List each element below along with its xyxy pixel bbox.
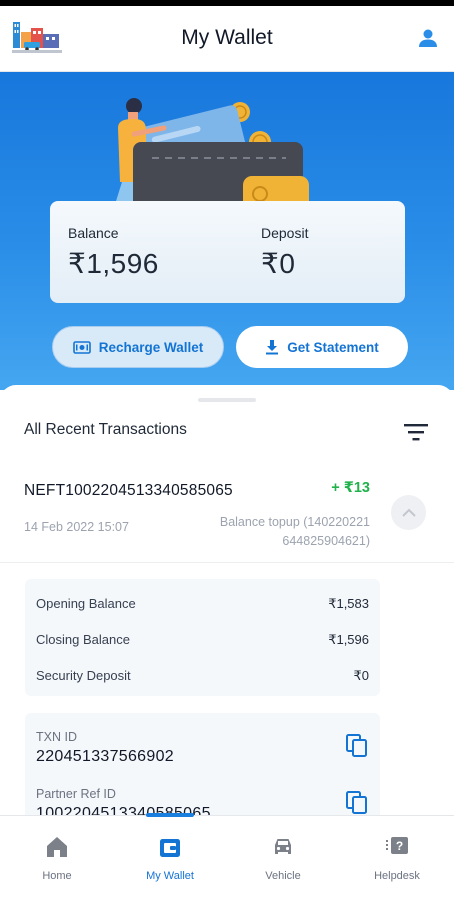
collapse-button[interactable] <box>391 495 426 530</box>
transaction-description-line-1: Balance topup (140220221 <box>219 515 370 529</box>
transaction-description-line-2: 644825904621) <box>282 534 370 548</box>
balance-card: Balance ₹1,596 Deposit ₹0 <box>50 201 405 303</box>
get-statement-label: Get Statement <box>287 339 379 355</box>
deposit-label: Deposit <box>261 225 309 241</box>
bottom-navigation: Home My Wallet Vehicle ? Helpdesk <box>0 813 454 900</box>
balance-value: ₹1,596 <box>68 248 159 279</box>
txn-id-label: TXN ID <box>36 730 77 744</box>
recharge-wallet-button[interactable]: Recharge Wallet <box>52 326 224 368</box>
active-tab-indicator <box>146 813 194 817</box>
balance-label: Balance <box>68 225 119 241</box>
helpdesk-icon: ? <box>386 837 408 854</box>
recent-transactions-title: All Recent Transactions <box>24 421 187 438</box>
closing-balance-value: ₹1,596 <box>328 632 369 647</box>
nav-helpdesk[interactable]: ? Helpdesk <box>357 834 437 882</box>
transaction-date: 14 Feb 2022 15:07 <box>24 520 129 534</box>
deposit-section: Deposit ₹0 <box>261 225 308 280</box>
opening-balance-row: Opening Balance ₹1,583 <box>36 596 369 616</box>
app-header: My Wallet <box>0 6 454 72</box>
balance-details: Opening Balance ₹1,583 Closing Balance ₹… <box>25 579 380 696</box>
wallet-icon <box>160 839 180 857</box>
security-deposit-value: ₹0 <box>353 668 369 683</box>
closing-balance-row: Closing Balance ₹1,596 <box>36 632 369 652</box>
nav-vehicle-label: Vehicle <box>265 870 301 882</box>
closing-balance-label: Closing Balance <box>36 632 130 647</box>
opening-balance-value: ₹1,583 <box>328 596 369 611</box>
wallet-screen: My Wallet Balance ₹1,596 Deposit ₹0 Rech… <box>0 0 454 900</box>
copy-txn-id-icon[interactable] <box>346 734 368 758</box>
reference-details: TXN ID 220451337566902 Partner Ref ID 10… <box>25 713 380 823</box>
transaction-id: NEFT100220451334058506​5 <box>24 482 233 499</box>
copy-partner-ref-icon[interactable] <box>346 791 368 815</box>
page-title: My Wallet <box>181 26 273 49</box>
partner-ref-label: Partner Ref ID <box>36 787 116 801</box>
home-icon <box>47 837 67 857</box>
download-icon <box>266 340 279 355</box>
nav-vehicle[interactable]: Vehicle <box>243 834 323 882</box>
wallet-illustration-icon <box>112 98 309 214</box>
sheet-drag-handle[interactable] <box>198 398 256 402</box>
security-deposit-row: Security Deposit ₹0 <box>36 668 369 688</box>
chevron-up-icon <box>401 508 416 517</box>
filter-icon[interactable] <box>404 423 428 441</box>
get-statement-button[interactable]: Get Statement <box>236 326 408 368</box>
recharge-wallet-label: Recharge Wallet <box>98 339 204 355</box>
transaction-amount: + ₹13 <box>331 480 370 496</box>
user-icon[interactable] <box>416 26 440 50</box>
txn-id-value: 220451337566902 <box>36 748 174 765</box>
nav-home[interactable]: Home <box>17 834 97 882</box>
balance-section: Balance ₹1,596 <box>68 225 159 280</box>
nav-my-wallet-label: My Wallet <box>146 870 194 882</box>
nav-home-label: Home <box>42 870 72 882</box>
wallet-hero: Balance ₹1,596 Deposit ₹0 Recharge Walle… <box>0 72 454 390</box>
transaction-description: Balance topup (140220221 644825904621) <box>190 513 370 551</box>
nav-helpdesk-label: Helpdesk <box>374 870 420 882</box>
recharge-icon <box>72 340 91 354</box>
nav-my-wallet[interactable]: My Wallet <box>130 834 210 882</box>
divider <box>0 562 454 563</box>
transactions-sheet[interactable]: All Recent Transactions NEFT100220451334… <box>0 385 454 823</box>
car-icon <box>275 839 291 854</box>
opening-balance-label: Opening Balance <box>36 596 136 611</box>
security-deposit-label: Security Deposit <box>36 668 131 683</box>
svg-text:?: ? <box>396 839 403 853</box>
deposit-value: ₹0 <box>261 248 296 279</box>
